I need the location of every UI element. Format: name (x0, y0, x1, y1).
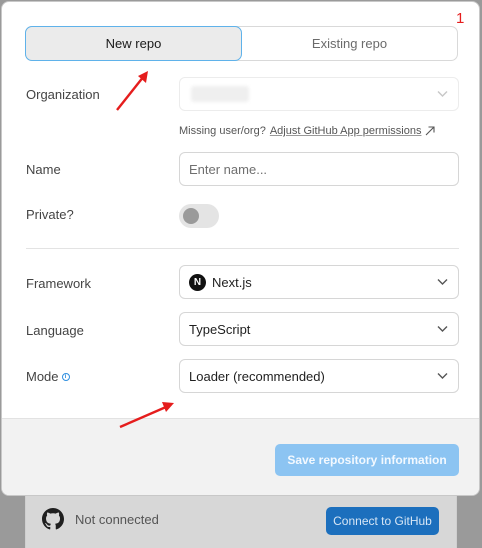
mode-value: Loader (recommended) (189, 368, 325, 384)
annotation-arrow-icon (116, 71, 148, 111)
modal-footer: Save repository information (2, 418, 479, 495)
connection-status-text: Not connected (75, 511, 159, 527)
repo-mode-tabs: New repo Existing repo (25, 26, 458, 61)
framework-label: Framework (26, 276, 92, 291)
framework-select[interactable]: N Next.js (179, 265, 459, 299)
external-link-icon[interactable] (425, 126, 436, 136)
missing-org-hint: Missing user/org? Adjust GitHub App perm… (179, 125, 436, 137)
annotation-arrow-icon (119, 402, 174, 429)
chevron-down-icon (437, 326, 448, 332)
save-repository-button[interactable]: Save repository information (275, 444, 459, 476)
mode-label: Mode i (26, 369, 70, 384)
toggle-knob (183, 208, 199, 224)
organization-label: Organization (26, 87, 100, 102)
nextjs-logo-icon: N (189, 273, 206, 291)
tab-new-repo[interactable]: New repo (25, 26, 242, 61)
repository-modal: New repo Existing repo Organization Miss… (1, 1, 480, 496)
name-field (179, 152, 459, 186)
organization-select[interactable] (179, 77, 459, 111)
name-label: Name (26, 162, 61, 177)
language-label: Language (26, 323, 84, 338)
mode-label-text: Mode (26, 369, 59, 384)
organization-value-redacted (191, 86, 249, 102)
private-toggle[interactable] (179, 204, 219, 228)
private-label: Private? (26, 207, 74, 222)
hint-text: Missing user/org? (179, 125, 266, 137)
info-icon[interactable]: i (61, 373, 70, 381)
chevron-down-icon (437, 373, 448, 379)
chevron-down-icon (437, 91, 448, 97)
chevron-down-icon (437, 279, 448, 285)
modal-body: New repo Existing repo Organization Miss… (2, 2, 479, 418)
annotation-marker: 1 (456, 10, 465, 27)
github-connection-row: Not connected (42, 508, 159, 530)
github-connection-panel: Not connected Connect to GitHub (25, 492, 457, 548)
name-input[interactable] (189, 161, 449, 177)
tab-existing-repo[interactable]: Existing repo (242, 27, 457, 60)
adjust-permissions-link[interactable]: Adjust GitHub App permissions (270, 125, 422, 137)
connect-to-github-button[interactable]: Connect to GitHub (326, 507, 439, 535)
language-value: TypeScript (189, 321, 251, 337)
mode-select[interactable]: Loader (recommended) (179, 359, 459, 393)
language-select[interactable]: TypeScript (179, 312, 459, 346)
github-icon (42, 508, 64, 530)
framework-value: Next.js (212, 274, 252, 290)
divider (26, 248, 459, 249)
